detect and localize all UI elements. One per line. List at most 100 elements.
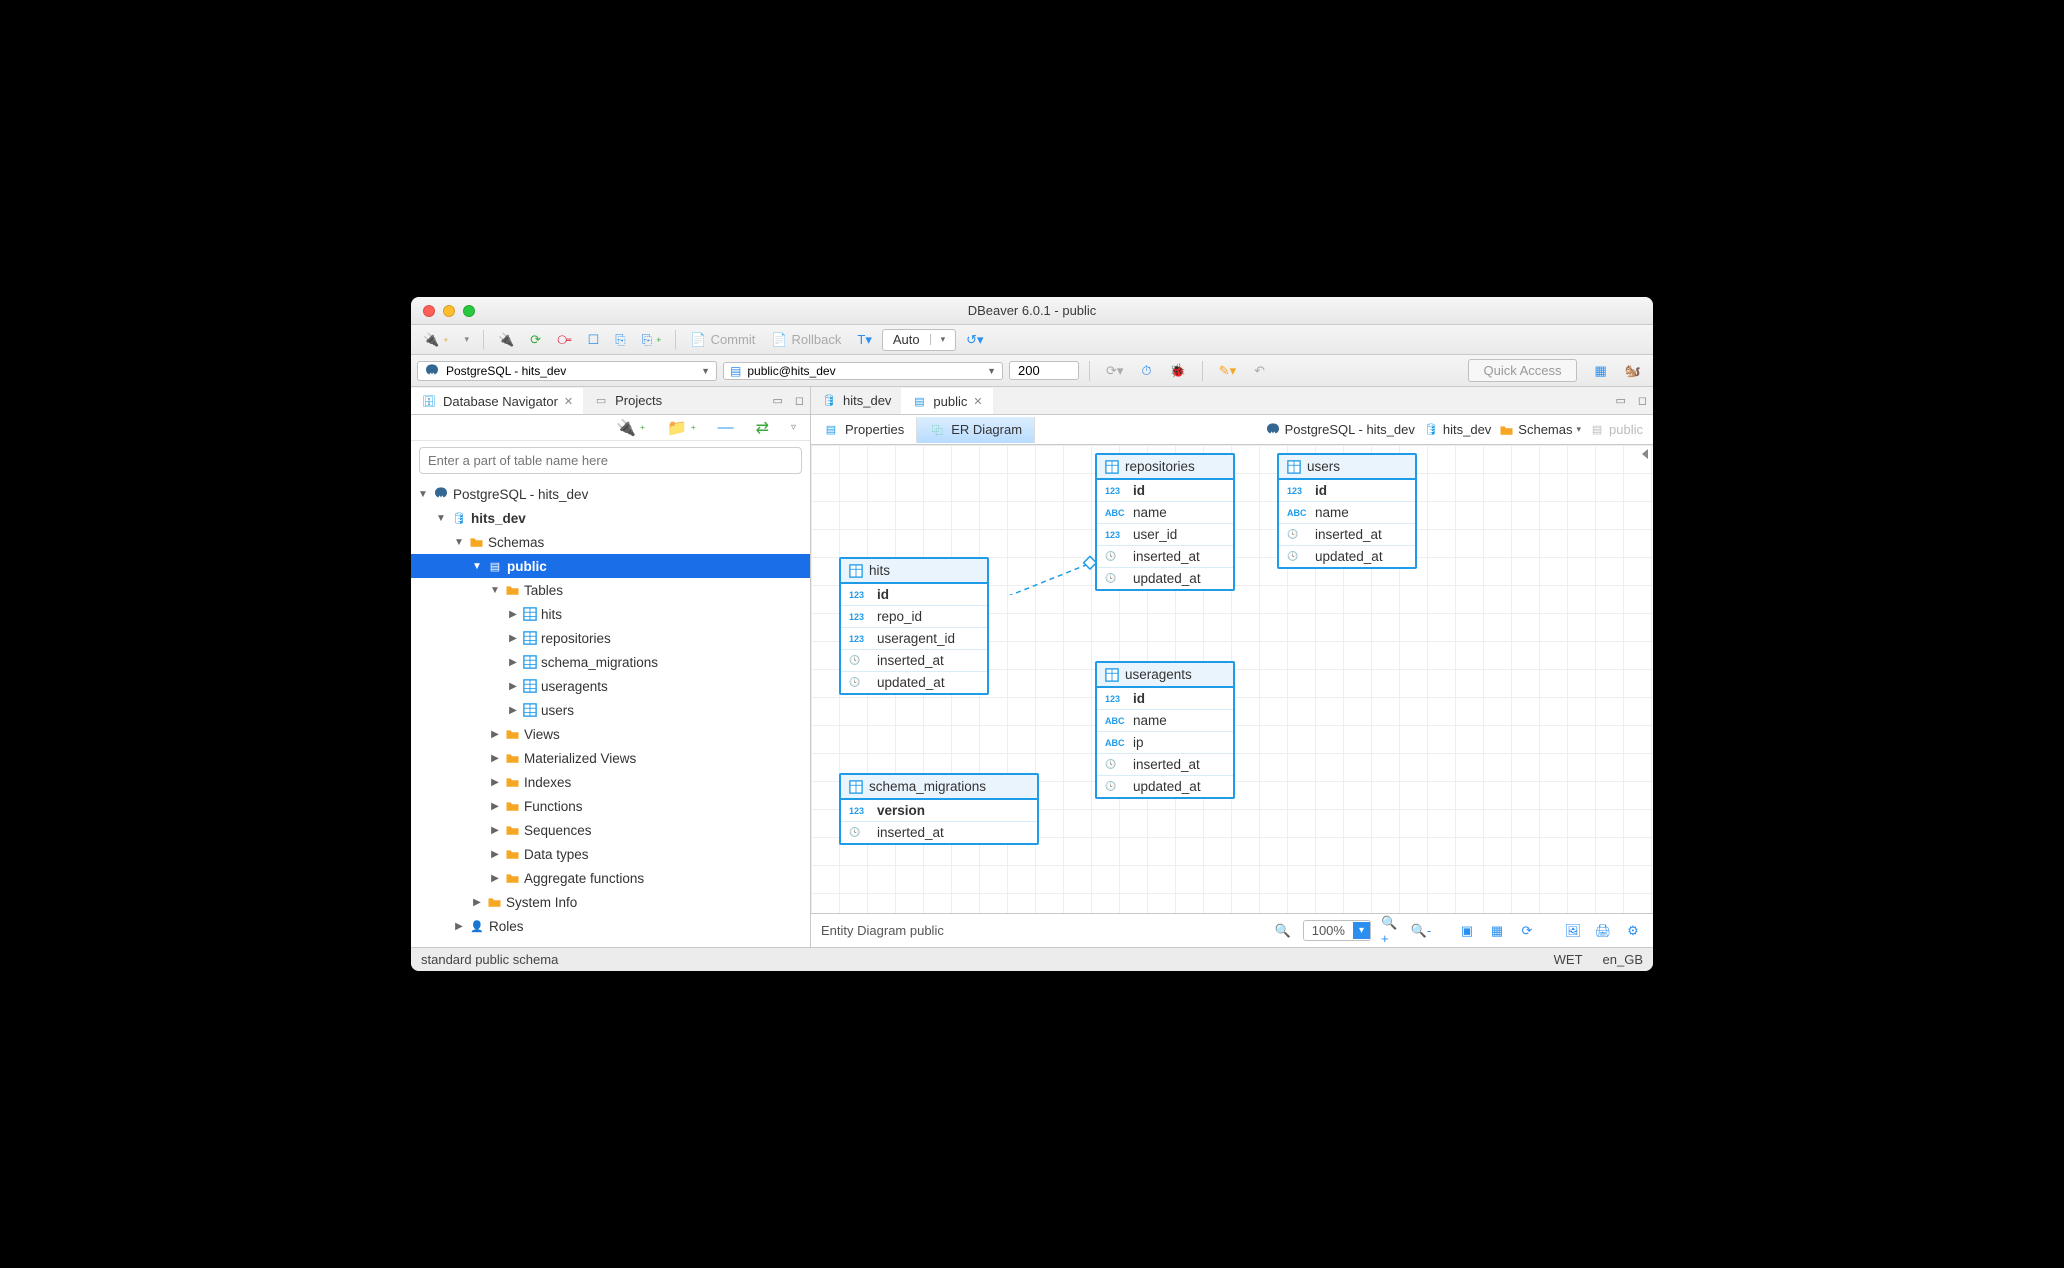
tree-node-schemas[interactable]: ▼ Schemas — [411, 530, 810, 554]
transaction-mode-icon[interactable]: T▾ — [851, 330, 877, 350]
close-tab-icon[interactable]: ✕ — [564, 395, 573, 408]
view-menu-icon[interactable]: ▿ — [785, 420, 802, 435]
collapse-icon[interactable]: — — [712, 417, 740, 439]
maximize-view-icon[interactable]: ◻ — [789, 390, 810, 411]
schema-selector[interactable]: ▤ public@hits_dev ▼ — [723, 362, 1003, 380]
editor-tab-hits-dev[interactable]: 🛢 hits_dev — [811, 389, 901, 413]
entity-column[interactable]: 123user_id — [1097, 524, 1233, 546]
sql-editor-icon[interactable]: ☐ — [582, 330, 606, 350]
new-connection-icon[interactable]: 🔌+ — [417, 330, 454, 350]
entity-column[interactable]: ABCip — [1097, 732, 1233, 754]
tree-node-tables[interactable]: ▼ Tables — [411, 578, 810, 602]
entity-column[interactable]: 🕓inserted_at — [1097, 754, 1233, 776]
connection-selector[interactable]: PostgreSQL - hits_dev ▼ — [417, 361, 717, 381]
entity-column[interactable]: 123repo_id — [841, 606, 987, 628]
breadcrumb-public[interactable]: ▤ public — [1589, 422, 1643, 438]
export-image-icon[interactable]: 🖼 — [1563, 921, 1583, 941]
quick-access-button[interactable]: Quick Access — [1468, 359, 1576, 382]
tree-node-database[interactable]: ▼ 🛢 hits_dev — [411, 506, 810, 530]
minimize-window-button[interactable] — [443, 305, 455, 317]
tab-projects[interactable]: ▭ Projects — [583, 389, 672, 413]
tree-node-functions[interactable]: ▶ Functions — [411, 794, 810, 818]
entity-column[interactable]: 123id — [841, 584, 987, 606]
zoom-selector[interactable]: 100% ▾ — [1303, 920, 1371, 941]
rollback-button[interactable]: 📄Rollback — [765, 330, 847, 350]
entity-column[interactable]: 🕓inserted_at — [1279, 524, 1415, 546]
disconnect-icon[interactable]: ⧃ — [551, 330, 578, 350]
tree-node-indexes[interactable]: ▶ Indexes — [411, 770, 810, 794]
entity-column[interactable]: ABCname — [1097, 502, 1233, 524]
entity-column[interactable]: ABCname — [1097, 710, 1233, 732]
entity-column[interactable]: 🕓inserted_at — [841, 822, 1037, 843]
breadcrumb-schemas[interactable]: Schemas ▾ — [1499, 422, 1581, 437]
grid-icon[interactable]: ▦ — [1487, 921, 1507, 941]
entity-column[interactable]: 🕓updated_at — [1279, 546, 1415, 567]
tree-node-table-users[interactable]: ▶ users — [411, 698, 810, 722]
tree-node-table-schema-migrations[interactable]: ▶ schema_migrations — [411, 650, 810, 674]
dbeaver-icon[interactable]: 🐿️ — [1619, 361, 1647, 381]
tree-node-sequences[interactable]: ▶ Sequences — [411, 818, 810, 842]
entity-users[interactable]: users 123idABCname🕓inserted_at🕓updated_a… — [1277, 453, 1417, 569]
undo-nav-icon[interactable]: ↶ — [1248, 361, 1271, 381]
entity-column[interactable]: 123id — [1097, 688, 1233, 710]
close-tab-icon[interactable]: ✕ — [973, 395, 982, 408]
print-icon[interactable]: 🖨 — [1593, 921, 1613, 941]
entity-column[interactable]: 123useragent_id — [841, 628, 987, 650]
subtab-properties[interactable]: ▤ Properties — [811, 417, 917, 443]
entity-repositories[interactable]: repositories 123idABCname123user_id🕓inse… — [1095, 453, 1235, 591]
search-icon[interactable]: 🔍 — [1273, 921, 1293, 941]
tree-node-table-hits[interactable]: ▶ hits — [411, 602, 810, 626]
entity-useragents[interactable]: useragents 123idABCnameABCip🕓inserted_at… — [1095, 661, 1235, 799]
highlight-icon[interactable]: ✎▾ — [1213, 361, 1242, 381]
tree-node-table-useragents[interactable]: ▶ useragents — [411, 674, 810, 698]
zoom-in-icon[interactable]: 🔍+ — [1381, 921, 1401, 941]
tab-database-navigator[interactable]: 🗄 Database Navigator ✕ — [411, 388, 583, 414]
entity-column[interactable]: 123version — [841, 800, 1037, 822]
tree-node-connection[interactable]: ▼ PostgreSQL - hits_dev — [411, 482, 810, 506]
entity-column[interactable]: 123id — [1097, 480, 1233, 502]
debug-icon[interactable]: 🐞 — [1164, 361, 1192, 381]
link-icon[interactable]: ⇄ — [750, 416, 775, 440]
breadcrumb-database[interactable]: 🛢 hits_dev — [1423, 422, 1491, 438]
tree-node-materialized-views[interactable]: ▶ Materialized Views — [411, 746, 810, 770]
perspective-icon[interactable]: ▦ — [1589, 361, 1613, 381]
settings-icon[interactable]: ⚙ — [1623, 921, 1643, 941]
dropdown-arrow-icon[interactable]: ▾ — [458, 332, 475, 347]
entity-column[interactable]: 123id — [1279, 480, 1415, 502]
minimize-view-icon[interactable]: ▭ — [1609, 390, 1631, 411]
tree-filter-input[interactable] — [419, 447, 802, 474]
refresh-icon[interactable]: ⟳▾ — [1100, 361, 1129, 381]
stop-icon[interactable]: ⏱ — [1135, 361, 1157, 381]
entity-schema-migrations[interactable]: schema_migrations 123version🕓inserted_at — [839, 773, 1039, 845]
tree-node-table-repositories[interactable]: ▶ repositories — [411, 626, 810, 650]
tree-node-roles[interactable]: ▶ 👤 Roles — [411, 914, 810, 938]
entity-column[interactable]: 🕓updated_at — [841, 672, 987, 693]
entity-column[interactable]: 🕓updated_at — [1097, 776, 1233, 797]
plug-icon[interactable]: 🔌 — [492, 330, 520, 350]
zoom-out-icon[interactable]: 🔍- — [1411, 921, 1431, 941]
refresh-connection-icon[interactable]: ⟳ — [524, 330, 547, 350]
entity-column[interactable]: 🕓updated_at — [1097, 568, 1233, 589]
commit-button[interactable]: 📄Commit — [684, 330, 761, 350]
maximize-window-button[interactable] — [463, 305, 475, 317]
new-icon[interactable]: 🔌+ — [610, 416, 651, 440]
refresh-diagram-icon[interactable]: ⟳ — [1517, 921, 1537, 941]
palette-handle[interactable] — [1637, 445, 1653, 913]
row-limit-input[interactable]: 200 — [1009, 361, 1079, 380]
new-folder-icon[interactable]: 📁+ — [661, 416, 702, 440]
history-icon[interactable]: ↺▾ — [960, 330, 989, 350]
tree-node-system-info[interactable]: ▶ System Info — [411, 890, 810, 914]
maximize-view-icon[interactable]: ◻ — [1632, 390, 1653, 411]
entity-column[interactable]: 🕓inserted_at — [841, 650, 987, 672]
auto-commit-dropdown[interactable]: Auto ▾ — [882, 329, 956, 351]
navigator-tree[interactable]: ▼ PostgreSQL - hits_dev ▼ 🛢 hits_dev ▼ S… — [411, 480, 810, 947]
entity-column[interactable]: ABCname — [1279, 502, 1415, 524]
subtab-er-diagram[interactable]: ⿻ ER Diagram — [917, 417, 1035, 443]
tree-node-public[interactable]: ▼ ▤ public — [411, 554, 810, 578]
layout-icon[interactable]: ▣ — [1457, 921, 1477, 941]
sql-script-icon[interactable]: ⎘ — [609, 330, 631, 350]
close-window-button[interactable] — [423, 305, 435, 317]
tree-node-views[interactable]: ▶ Views — [411, 722, 810, 746]
tree-node-data-types[interactable]: ▶ Data types — [411, 842, 810, 866]
minimize-view-icon[interactable]: ▭ — [766, 390, 788, 411]
